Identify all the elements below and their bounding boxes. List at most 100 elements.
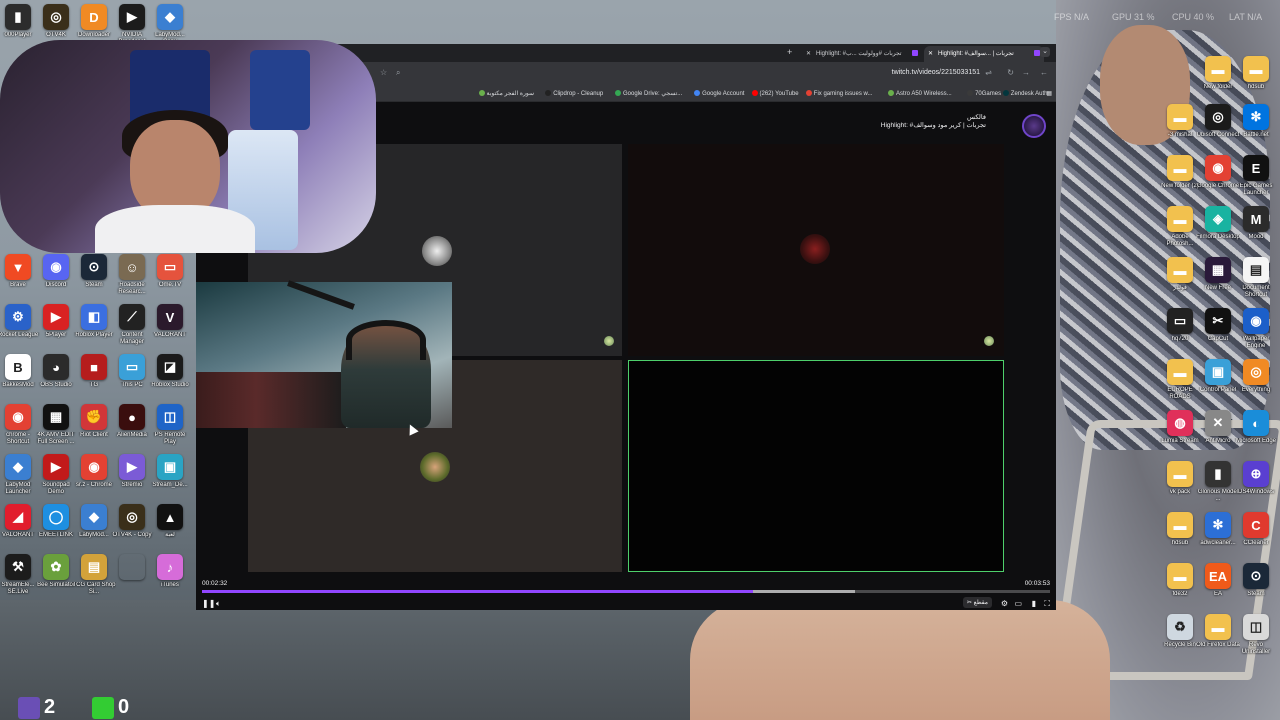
bookmark-favicon-icon <box>888 90 894 96</box>
reload-icon[interactable]: ↻ <box>1007 68 1014 77</box>
desktop-icon-label: DS4Windows <box>1237 489 1274 495</box>
pip-icon[interactable]: ▭ <box>1014 599 1022 608</box>
desktop-icon[interactable]: ◪ Roblox Studio <box>148 354 192 389</box>
desktop-icon[interactable]: ✻ Battle.net <box>1234 104 1278 139</box>
forward-icon[interactable]: → <box>1022 68 1030 77</box>
desktop-icon[interactable]: ◫ Revo Uninstaller <box>1234 614 1278 656</box>
channel-avatar[interactable] <box>1022 114 1046 138</box>
arabic-app-icon: ▲ <box>157 504 183 530</box>
document-icon: ▤ <box>1243 257 1269 283</box>
bookmark-label: 70Games <box>975 91 1002 97</box>
channel-name[interactable]: فالكس <box>881 114 986 122</box>
site-settings-icon[interactable]: ⇌ <box>985 68 992 77</box>
kick-count-value: 0 <box>118 696 130 718</box>
play-pause-button[interactable]: ❚❚ <box>202 599 215 608</box>
desktop-icon[interactable]: V VALORANT <box>148 304 192 339</box>
bookmark-label: Zendesk Auth <box>1010 91 1048 97</box>
tab-highlight-2[interactable]: ✕ Highlight: #تجربات #وولوليت ...ب <box>802 46 922 62</box>
chrome-profile-icon: ◉ <box>81 454 107 480</box>
everything-icon: ◎ <box>1243 359 1269 385</box>
progress-fill <box>202 590 754 593</box>
kick-count: 0 <box>92 696 129 719</box>
desktop-icon[interactable]: ▲ لعبة <box>148 504 192 539</box>
desktop-icon[interactable]: ◫ PS Remote Play <box>148 404 192 446</box>
clip-label: مقطع <box>973 600 988 606</box>
tcg-icon: ▤ <box>81 554 107 580</box>
itunes-icon: ♪ <box>157 554 183 580</box>
folder-icon: ▬ <box>1167 461 1193 487</box>
video-header: فالكس Highlight: #تجربات | كرير مود وسوا… <box>881 114 986 130</box>
desktop-icon[interactable]: ▬ hdsub <box>1234 56 1278 91</box>
url-field[interactable]: twitch.tv/videos/2215033151 <box>892 69 980 76</box>
settings-gear-icon[interactable]: ⚙ <box>1001 599 1008 608</box>
obs-icon: ◕ <box>43 354 69 380</box>
folder-icon: ▬ <box>1205 56 1231 82</box>
tab-highlight-1[interactable]: ✕ Highlight: #تجربات | ...سوالف <box>924 46 1044 62</box>
bookmark-item[interactable]: (262) YouTube <box>751 90 799 97</box>
bookmark-label: (262) YouTube <box>759 91 799 97</box>
desktop-icon[interactable]: ▤ Document Shortcut <box>1234 257 1278 299</box>
close-icon[interactable]: ✕ <box>806 50 811 57</box>
participant-avatar <box>800 234 830 264</box>
desktop-icon[interactable]: ⊕ DS4Windows <box>1234 461 1278 496</box>
desktop-icon[interactable]: ▭ Ome.TV <box>148 254 192 289</box>
edge-icon: ◐ <box>1243 410 1269 436</box>
bookmark-favicon-icon <box>805 90 812 96</box>
desktop-icon-label: Everything <box>1241 387 1271 393</box>
desktop-icon[interactable]: M Mood <box>1234 206 1278 241</box>
guest-desk <box>196 372 346 428</box>
recycle-bin-icon: ♻ <box>1167 614 1193 640</box>
bookmark-item[interactable]: Google Drive: تسجي... <box>615 90 682 97</box>
bookmark-item[interactable]: Clipdrop - Cleanup <box>545 90 603 97</box>
desktop-icon[interactable]: ⊙ Steam <box>1234 563 1278 598</box>
bookmark-item[interactable]: Astro A50 Wireless... <box>888 90 952 97</box>
bookmark-item[interactable]: 70Games <box>967 90 1001 97</box>
current-time: 00:02:32 <box>202 580 228 587</box>
desktop-icon[interactable]: ◐ Microsoft Edge <box>1234 410 1278 445</box>
close-icon[interactable]: ✕ <box>928 50 933 57</box>
bookmark-item[interactable]: Zendesk Auth <box>1002 90 1048 97</box>
desktop-icon[interactable]: ◎ Everything <box>1234 359 1278 394</box>
twitch-count: 2 <box>18 696 55 719</box>
bookmark-item[interactable]: Google Account <box>694 90 744 97</box>
adwcleaner-icon: ✻ <box>1205 512 1231 538</box>
filmora-icon: ◈ <box>1205 206 1231 232</box>
bookmark-label: Astro A50 Wireless... <box>896 91 952 97</box>
folder-icon: ▬ <box>1167 512 1193 538</box>
desktop-icon[interactable]: C CCleaner <box>1234 512 1278 547</box>
theatre-mode-icon[interactable]: ▮ <box>1032 599 1036 608</box>
tab-search-button[interactable]: ⌄ <box>1040 47 1050 57</box>
call-tile-active-speaker <box>628 360 1004 572</box>
search-icon[interactable]: ⌕ <box>396 68 400 78</box>
fps-readout: FPS N/A <box>1054 12 1090 22</box>
apps-grid-icon[interactable]: ▦ <box>1046 90 1052 97</box>
new-tab-button[interactable]: + <box>787 47 792 57</box>
gpu-readout: GPU 31 % <box>1112 12 1155 22</box>
clip-button[interactable]: ✂ مقطع <box>962 597 992 608</box>
bookmark-item[interactable]: سورة الفجر مكتوبة <box>478 90 534 97</box>
desktop-icon-label: Steam <box>1247 591 1265 597</box>
folder-icon: ▬ <box>1167 257 1193 283</box>
kick-icon <box>92 696 114 719</box>
latency-readout: LAT N/A <box>1229 12 1263 22</box>
bookmark-favicon-icon <box>615 90 621 96</box>
desktop-icon[interactable]: E Epic Games Launcher <box>1234 155 1278 197</box>
desktop-icon[interactable]: ▣ Stream_De... <box>148 454 192 489</box>
star-icon[interactable]: ☆ <box>380 68 387 77</box>
fullscreen-icon[interactable]: ⛶ <box>1044 599 1050 609</box>
amv-icon: ▦ <box>43 404 69 430</box>
desktop-icon[interactable]: ◉ Wallpaper Engine <box>1234 308 1278 350</box>
participant-avatar <box>420 452 450 482</box>
ometv-icon: ▭ <box>157 254 183 280</box>
volume-icon[interactable]: 🔈︎ <box>216 599 221 609</box>
back-icon[interactable]: ← <box>1040 68 1048 77</box>
steam-icon: ⊙ <box>81 254 107 280</box>
total-time: 00:03:53 <box>1024 580 1050 587</box>
seek-bar[interactable] <box>202 590 1050 593</box>
roadside-icon: ☺ <box>119 254 145 280</box>
desktop-icon[interactable]: ♪ iTunes <box>148 554 192 589</box>
bookmark-favicon-icon <box>478 90 485 96</box>
ubisoft-icon: ◎ <box>1205 104 1231 130</box>
bookmark-item[interactable]: Fix gaming issues w... <box>805 90 872 97</box>
twitch-followers-icon <box>18 696 40 719</box>
